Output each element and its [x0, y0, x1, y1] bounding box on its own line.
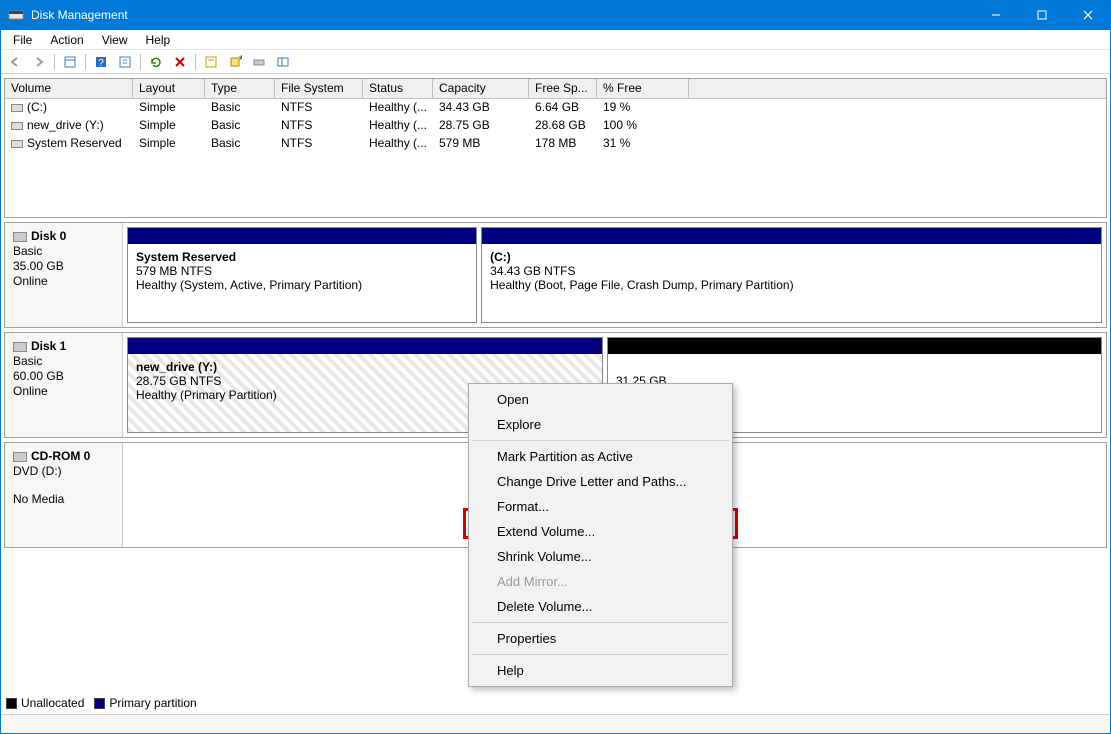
legend: Unallocated Primary partition	[6, 696, 197, 710]
volume-list: Volume Layout Type File System Status Ca…	[4, 78, 1107, 218]
partition[interactable]: (C:)34.43 GB NTFSHealthy (Boot, Page Fil…	[481, 227, 1102, 323]
legend-unallocated-label: Unallocated	[21, 696, 84, 710]
disk-info: Disk 1Basic60.00 GBOnline	[5, 333, 123, 437]
col-filesystem[interactable]: File System	[275, 79, 363, 98]
delete-icon[interactable]	[169, 52, 191, 72]
partition-bar	[482, 228, 1101, 244]
ctx-open[interactable]: Open	[471, 387, 730, 412]
disk-icon	[13, 342, 27, 352]
titlebar: Disk Management	[0, 0, 1111, 30]
ctx-format[interactable]: Format...	[471, 494, 730, 519]
col-type[interactable]: Type	[205, 79, 275, 98]
settings-icon[interactable]	[272, 52, 294, 72]
volume-row[interactable]: new_drive (Y:)SimpleBasicNTFSHealthy (..…	[5, 117, 1106, 135]
refresh-button[interactable]	[145, 52, 167, 72]
minimize-button[interactable]	[973, 0, 1019, 30]
disk-info: Disk 0Basic35.00 GBOnline	[5, 223, 123, 327]
disk-info: CD-ROM 0DVD (D:)No Media	[5, 443, 123, 547]
status-bar	[0, 714, 1111, 734]
ctx-explore[interactable]: Explore	[471, 412, 730, 437]
col-layout[interactable]: Layout	[133, 79, 205, 98]
context-menu: Open Explore Mark Partition as Active Ch…	[468, 383, 733, 687]
partition-bar	[608, 338, 1101, 354]
col-status[interactable]: Status	[363, 79, 433, 98]
close-button[interactable]	[1065, 0, 1111, 30]
ctx-extend-volume[interactable]: Extend Volume...	[471, 519, 730, 544]
action-button[interactable]	[114, 52, 136, 72]
drive-icon	[11, 140, 23, 148]
volume-row[interactable]: (C:)SimpleBasicNTFSHealthy (...34.43 GB6…	[5, 99, 1106, 117]
new-icon[interactable]: ★	[224, 52, 246, 72]
menu-help[interactable]: Help	[137, 32, 180, 48]
show-hide-button[interactable]	[59, 52, 81, 72]
col-pctfree[interactable]: % Free	[597, 79, 689, 98]
back-button[interactable]	[4, 52, 26, 72]
partitions-container: System Reserved579 MB NTFSHealthy (Syste…	[123, 223, 1106, 327]
partition-bar	[128, 228, 476, 244]
menu-action[interactable]: Action	[41, 32, 92, 48]
menu-view[interactable]: View	[93, 32, 137, 48]
disk-row: Disk 0Basic35.00 GBOnlineSystem Reserved…	[4, 222, 1107, 328]
legend-primary-swatch	[94, 698, 105, 709]
ctx-mark-active[interactable]: Mark Partition as Active	[471, 444, 730, 469]
partition-bar	[128, 338, 602, 354]
window-title: Disk Management	[31, 8, 973, 22]
forward-button[interactable]	[28, 52, 50, 72]
ctx-change-letter[interactable]: Change Drive Letter and Paths...	[471, 469, 730, 494]
volume-list-header: Volume Layout Type File System Status Ca…	[5, 79, 1106, 99]
app-icon	[8, 7, 24, 23]
ctx-help[interactable]: Help	[471, 658, 730, 683]
toolbar: ? ★	[0, 50, 1111, 74]
legend-unallocated-swatch	[6, 698, 17, 709]
drive-icon	[11, 104, 23, 112]
disk-icon	[13, 232, 27, 242]
ctx-properties[interactable]: Properties	[471, 626, 730, 651]
drive-icon	[11, 122, 23, 130]
volume-row[interactable]: System ReservedSimpleBasicNTFSHealthy (.…	[5, 135, 1106, 153]
ctx-add-mirror: Add Mirror...	[471, 569, 730, 594]
ctx-delete-volume[interactable]: Delete Volume...	[471, 594, 730, 619]
svg-text:?: ?	[98, 58, 104, 69]
menubar: File Action View Help	[0, 30, 1111, 50]
help-button[interactable]: ?	[90, 52, 112, 72]
disk-icon[interactable]	[248, 52, 270, 72]
menu-file[interactable]: File	[4, 32, 41, 48]
col-volume[interactable]: Volume	[5, 79, 133, 98]
properties-icon[interactable]	[200, 52, 222, 72]
legend-primary-label: Primary partition	[109, 696, 196, 710]
partition[interactable]: System Reserved579 MB NTFSHealthy (Syste…	[127, 227, 477, 323]
col-freespace[interactable]: Free Sp...	[529, 79, 597, 98]
col-capacity[interactable]: Capacity	[433, 79, 529, 98]
disk-icon	[13, 452, 27, 462]
svg-text:★: ★	[238, 55, 242, 62]
maximize-button[interactable]	[1019, 0, 1065, 30]
ctx-shrink-volume[interactable]: Shrink Volume...	[471, 544, 730, 569]
